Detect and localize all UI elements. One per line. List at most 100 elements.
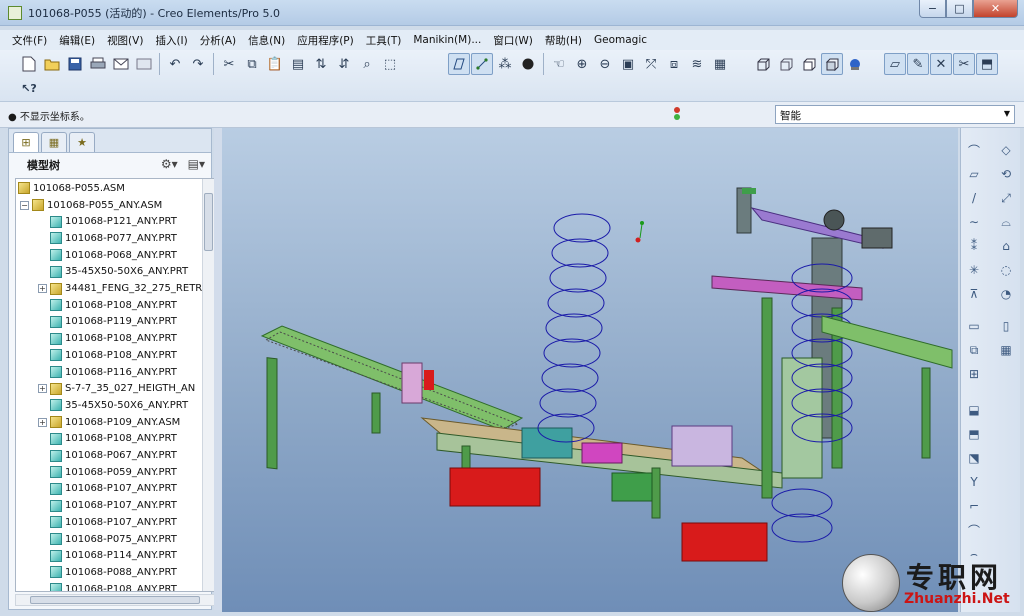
tree-item[interactable]: − 101068-P055_ANY.ASM xyxy=(20,197,162,214)
draft-tool-icon[interactable]: ▦ xyxy=(995,340,1017,360)
tolerance-icon[interactable]: ✕ xyxy=(930,53,952,75)
revolve-tool-icon[interactable]: ⟲ xyxy=(995,164,1017,184)
scroll-thumb[interactable] xyxy=(204,193,213,251)
wireframe-icon[interactable] xyxy=(752,53,774,75)
plane-tool-icon[interactable]: ▱ xyxy=(963,164,985,184)
paste-icon[interactable]: 📋 xyxy=(264,53,286,75)
point-tool-icon[interactable]: ⁑ xyxy=(963,236,985,256)
cut-icon[interactable]: ✂ xyxy=(218,53,240,75)
tree-item[interactable]: +34481_FENG_32_275_RETR xyxy=(38,280,202,297)
tree-item[interactable]: 101068-P107_ANY.PRT xyxy=(38,514,177,531)
menu-item[interactable]: 信息(N) xyxy=(242,33,291,48)
refit-icon[interactable]: ▣ xyxy=(617,53,639,75)
tree-item[interactable]: 101068-P107_ANY.PRT xyxy=(38,497,177,514)
boundary-tool-icon[interactable]: ⌂ xyxy=(995,236,1017,256)
open-folder-icon[interactable] xyxy=(41,53,63,75)
menu-item[interactable]: 视图(V) xyxy=(101,33,149,48)
tree-expander-icon[interactable]: + xyxy=(38,417,47,427)
tree-vertical-scrollbar[interactable] xyxy=(202,179,214,591)
shell-tool-icon[interactable]: ◔ xyxy=(995,284,1017,304)
tree-item[interactable]: 101068-P114_ANY.PRT xyxy=(38,547,177,564)
tree-item[interactable]: 35-45X50-50X6_ANY.PRT xyxy=(38,397,188,414)
zoom-in-icon[interactable]: ⊕ xyxy=(571,53,593,75)
point-display-icon[interactable]: ⁂ xyxy=(494,53,516,75)
panel-splitter[interactable] xyxy=(214,128,222,610)
extend-tool-icon[interactable]: ⌐ xyxy=(963,496,985,516)
close-button[interactable]: ✕ xyxy=(973,0,1018,18)
tree-item[interactable]: 101068-P067_ANY.PRT xyxy=(38,447,177,464)
tree-item[interactable]: 101068-P121_ANY.PRT xyxy=(38,213,177,230)
save-icon[interactable] xyxy=(64,53,86,75)
menu-item[interactable]: 插入(I) xyxy=(149,33,193,48)
menu-item[interactable]: 文件(F) xyxy=(6,33,53,48)
sweep-tool-icon[interactable]: ⤢ xyxy=(995,188,1017,208)
tab-model-tree[interactable]: ⊞ xyxy=(13,132,39,152)
tree-item[interactable]: 101068-P088_ANY.PRT xyxy=(38,564,177,581)
mirror-tool-icon[interactable]: ⬒ xyxy=(963,424,985,444)
tree-expander-icon[interactable]: + xyxy=(38,384,47,394)
minimize-button[interactable]: − xyxy=(919,0,946,18)
enhanced-realism-icon[interactable] xyxy=(844,53,866,75)
tree-item[interactable]: 101068-P108_ANY.PRT xyxy=(38,431,177,448)
datum-plane-icon[interactable]: ◇ xyxy=(995,140,1017,160)
tree-expander-icon[interactable]: + xyxy=(38,284,47,294)
tree-item[interactable]: 101068-P108_ANY.PRT xyxy=(38,347,177,364)
email-link-icon[interactable] xyxy=(133,53,155,75)
layers-icon[interactable]: ≋ xyxy=(686,53,708,75)
paste-special-icon[interactable]: ▤ xyxy=(287,53,309,75)
regenerate-manager-icon[interactable]: ⇵ xyxy=(333,53,355,75)
menu-item[interactable]: 编辑(E) xyxy=(53,33,101,48)
menu-item[interactable]: 窗口(W) xyxy=(487,33,539,48)
tree-item[interactable]: 101068-P108_ANY.PRT xyxy=(38,297,177,314)
find-icon[interactable]: ⌕ xyxy=(356,53,378,75)
datum-icon[interactable]: ⬒ xyxy=(976,53,998,75)
redo-icon[interactable]: ↷ xyxy=(187,53,209,75)
tree-item[interactable]: 101068-P108_ANY.PRT xyxy=(38,581,177,591)
analysis-tool-icon[interactable]: ⊼ xyxy=(963,284,985,304)
copy-icon[interactable]: ⧉ xyxy=(241,53,263,75)
datum-plane-display-icon[interactable] xyxy=(448,53,470,75)
curve-tool-icon[interactable]: ∼ xyxy=(963,212,985,232)
no-hidden-icon[interactable] xyxy=(798,53,820,75)
tree-item[interactable]: 101068-P077_ANY.PRT xyxy=(38,230,177,247)
graphics-window[interactable] xyxy=(222,128,958,612)
select-box-icon[interactable]: ⬚ xyxy=(379,53,401,75)
offset-tool-icon[interactable]: ⌒ xyxy=(963,520,985,540)
regenerate-icon[interactable]: ⇅ xyxy=(310,53,332,75)
tree-horizontal-scrollbar[interactable] xyxy=(15,594,215,606)
create-tool-icon[interactable]: ⊞ xyxy=(963,364,985,384)
zoom-out-icon[interactable]: ⊖ xyxy=(594,53,616,75)
pattern-tool-icon[interactable]: ⬓ xyxy=(963,400,985,420)
scroll-thumb[interactable] xyxy=(30,596,200,604)
tree-expander-icon[interactable]: − xyxy=(20,200,29,210)
print-icon[interactable] xyxy=(87,53,109,75)
annotation-icon[interactable]: ✎ xyxy=(907,53,929,75)
blend-tool-icon[interactable]: ⌓ xyxy=(995,212,1017,232)
merge-tool-icon[interactable]: ⬔ xyxy=(963,448,985,468)
saved-views-icon[interactable]: ⧈ xyxy=(663,53,685,75)
tree-item[interactable]: 101068-P108_ANY.PRT xyxy=(38,330,177,347)
context-help-icon[interactable]: ↖? xyxy=(18,77,40,99)
tree-item[interactable]: 101068-P059_ANY.PRT xyxy=(38,464,177,481)
shading-icon[interactable] xyxy=(821,53,843,75)
spin-center-icon[interactable] xyxy=(517,53,539,75)
hole-tool-icon[interactable]: ◌ xyxy=(995,260,1017,280)
tree-item[interactable]: 101068-P116_ANY.PRT xyxy=(38,364,177,381)
csys-tool-icon[interactable]: ✳ xyxy=(963,260,985,280)
datum-axis-display-icon[interactable] xyxy=(471,53,493,75)
component-tool-icon[interactable]: ▭ xyxy=(963,316,985,336)
tab-folder-browser[interactable]: ▦ xyxy=(41,132,67,152)
reorient-icon[interactable]: ⤱ xyxy=(640,53,662,75)
view-manager-icon[interactable]: ▦ xyxy=(709,53,731,75)
new-file-icon[interactable] xyxy=(18,53,40,75)
tree-settings-icon[interactable]: ⚙▾ xyxy=(161,157,178,171)
axis-tool-icon[interactable]: / xyxy=(963,188,985,208)
undo-icon[interactable]: ↶ xyxy=(164,53,186,75)
tab-favorites[interactable]: ★ xyxy=(69,132,95,152)
sketch-tool-icon[interactable]: ⌒ xyxy=(963,140,985,160)
tree-item[interactable]: +101068-P109_ANY.ASM xyxy=(38,414,180,431)
tree-item[interactable]: 101068-P055.ASM xyxy=(18,180,125,197)
tree-item[interactable]: 101068-P119_ANY.PRT xyxy=(38,314,177,331)
menu-item[interactable]: Manikin(M)... xyxy=(407,34,487,46)
selection-filter-select[interactable]: 智能 ▼ xyxy=(775,105,1015,124)
